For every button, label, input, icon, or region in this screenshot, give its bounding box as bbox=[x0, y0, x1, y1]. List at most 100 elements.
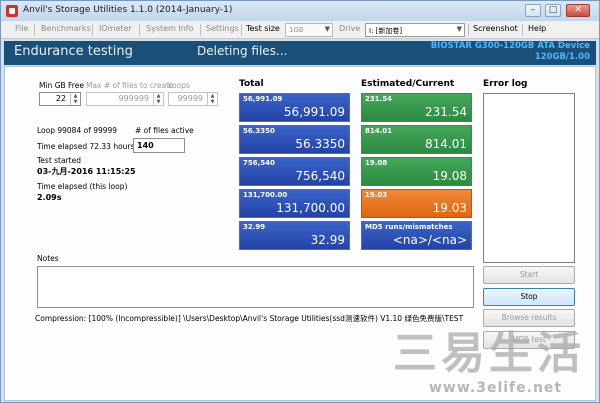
tile-value: 231.54 bbox=[425, 105, 467, 119]
minimize-button[interactable]: – bbox=[525, 4, 541, 17]
chevron-down-icon: ▼ bbox=[324, 25, 330, 33]
menu-divider bbox=[34, 24, 35, 36]
tile-value: 131,700.00 bbox=[276, 201, 345, 215]
error-log-box[interactable] bbox=[483, 93, 575, 263]
watermark-text: 三易生活 bbox=[393, 328, 585, 379]
tile-value: 56.3350 bbox=[295, 137, 345, 151]
tile-caption: 56.3350 bbox=[243, 127, 275, 135]
menu-divider bbox=[92, 24, 93, 36]
loops-value: 99999 bbox=[177, 94, 203, 103]
maximize-button[interactable]: □ bbox=[545, 4, 561, 17]
spin-arrows-icon[interactable]: ▲ ▼ bbox=[153, 93, 163, 105]
min-gb-free-stepper[interactable]: 22 ▲ ▼ bbox=[39, 92, 81, 106]
estimated-column-title: Estimated/Current bbox=[361, 79, 455, 89]
drive-capacity: 120GB/1.00 bbox=[534, 52, 590, 62]
menu-settings[interactable]: Settings bbox=[206, 24, 239, 33]
loops-stepper[interactable]: 99999 ▲ ▼ bbox=[168, 92, 218, 106]
spin-arrows-icon[interactable]: ▲ ▼ bbox=[70, 93, 80, 105]
test-size-select[interactable]: 1GB ▼ bbox=[285, 23, 333, 37]
min-gb-free-value: 22 bbox=[55, 94, 66, 103]
total-tile-2: 56.3350 56.3350 bbox=[239, 125, 350, 154]
tile-caption: 56,991.09 bbox=[243, 95, 283, 103]
drive-value: I: [新加卷] bbox=[369, 27, 403, 35]
estimated-tile-3: 19.08 19.08 bbox=[361, 157, 472, 186]
notes-textarea[interactable] bbox=[37, 266, 474, 308]
status-banner: Endurance testing Deleting files... BIOS… bbox=[4, 41, 596, 65]
menu-benchmarks[interactable]: Benchmarks bbox=[41, 24, 91, 33]
total-tile-3: 756,540 756,540 bbox=[239, 157, 350, 186]
tile-value: <na>/<na> bbox=[392, 233, 467, 247]
menu-divider bbox=[522, 24, 523, 36]
chevron-down-icon: ▼ bbox=[456, 25, 462, 33]
test-size-value: 1GB bbox=[289, 26, 304, 34]
tile-caption: MD5 runs/mismatches bbox=[365, 223, 453, 231]
tile-value: 56,991.09 bbox=[283, 105, 345, 119]
max-files-value: 999999 bbox=[118, 94, 149, 103]
app-logo-icon bbox=[6, 5, 18, 17]
max-files-stepper[interactable]: 999999 ▲ ▼ bbox=[86, 92, 164, 106]
loops-label: Loops bbox=[168, 81, 190, 90]
max-files-label: Max # of files to create bbox=[86, 81, 174, 90]
files-active-field: 140 bbox=[133, 138, 185, 153]
tile-value: 756,540 bbox=[295, 169, 345, 183]
help-menu[interactable]: Help bbox=[528, 24, 546, 33]
menu-system-info[interactable]: System Info bbox=[146, 24, 194, 33]
compression-info: Compression: [100% (Incompressible)] \Us… bbox=[35, 314, 464, 323]
time-elapsed-loop-label: Time elapsed (this loop) bbox=[37, 182, 128, 191]
menu-divider bbox=[139, 24, 140, 36]
notes-label: Notes bbox=[37, 254, 59, 263]
tile-caption: 19.03 bbox=[365, 191, 388, 199]
app-window: Anvil's Storage Utilities 1.1.0 (2014-Ja… bbox=[0, 0, 600, 403]
tile-caption: 19.08 bbox=[365, 159, 388, 167]
tile-caption: 756,540 bbox=[243, 159, 275, 167]
error-log-title: Error log bbox=[483, 79, 528, 89]
total-column-title: Total bbox=[239, 79, 264, 89]
loop-counter: Loop 99084 of 99999 bbox=[37, 126, 118, 135]
watermark-logo: 三易生活 www.3elife.net bbox=[393, 331, 593, 397]
files-active-label: # of files active bbox=[135, 126, 194, 135]
menu-divider bbox=[241, 24, 242, 36]
total-tile-4: 131,700.00 131,700.00 bbox=[239, 189, 350, 218]
tile-caption: 32.99 bbox=[243, 223, 266, 231]
spin-arrows-icon[interactable]: ▲ ▼ bbox=[207, 93, 217, 105]
title-bar[interactable]: Anvil's Storage Utilities 1.1.0 (2014-Ja… bbox=[1, 1, 599, 21]
md5-tile: MD5 runs/mismatches <na>/<na> bbox=[361, 221, 472, 250]
test-started-value: 03-九月-2016 11:15:25 bbox=[37, 167, 136, 176]
tile-caption: 231.54 bbox=[365, 95, 393, 103]
menu-divider bbox=[468, 24, 469, 36]
watermark-url: www.3elife.net bbox=[429, 380, 563, 396]
files-active-value: 140 bbox=[137, 141, 154, 150]
tile-caption: 814.01 bbox=[365, 127, 393, 135]
time-elapsed-total: Time elapsed 72.33 hours bbox=[37, 142, 135, 151]
estimated-tile-1: 231.54 231.54 bbox=[361, 93, 472, 122]
drive-label: Drive bbox=[339, 24, 361, 33]
test-mode-title: Endurance testing bbox=[14, 44, 133, 59]
tile-value: 814.01 bbox=[425, 137, 467, 151]
tile-value: 32.99 bbox=[310, 233, 345, 247]
browse-results-button[interactable]: Browse results bbox=[483, 309, 575, 327]
window-title: Anvil's Storage Utilities 1.1.0 (2014-Ja… bbox=[23, 5, 233, 15]
tile-value: 19.08 bbox=[432, 169, 467, 183]
tile-caption: 131,700.00 bbox=[243, 191, 288, 199]
test-status: Deleting files... bbox=[197, 44, 288, 58]
tile-value: 19.03 bbox=[432, 201, 467, 215]
time-elapsed-loop-value: 2.09s bbox=[37, 193, 62, 202]
estimated-tile-2: 814.01 814.01 bbox=[361, 125, 472, 154]
drive-model: BIOSTAR G300-120GB ATA Device bbox=[430, 41, 590, 51]
drive-info: BIOSTAR G300-120GB ATA Device 120GB/1.00 bbox=[431, 41, 590, 63]
test-started-label: Test started bbox=[37, 156, 81, 165]
close-button[interactable]: ✕ bbox=[566, 4, 590, 17]
start-button[interactable]: Start bbox=[483, 266, 575, 284]
screenshot-button[interactable]: Screenshot bbox=[473, 24, 518, 33]
stop-button[interactable]: Stop bbox=[483, 288, 575, 306]
total-tile-1: 56,991.09 56,991.09 bbox=[239, 93, 350, 122]
total-tile-5: 32.99 32.99 bbox=[239, 221, 350, 250]
test-size-label: Test size bbox=[246, 24, 280, 33]
menu-divider bbox=[200, 24, 201, 36]
menu-file[interactable]: File bbox=[15, 24, 28, 33]
menu-iometer[interactable]: IOmeter bbox=[99, 24, 132, 33]
drive-select[interactable]: I: [新加卷] ▼ bbox=[365, 23, 465, 37]
menu-bar: File Benchmarks IOmeter System Info Sett… bbox=[1, 21, 599, 39]
estimated-tile-4: 19.03 19.03 bbox=[361, 189, 472, 218]
min-gb-free-label: Min GB Free bbox=[39, 81, 84, 90]
